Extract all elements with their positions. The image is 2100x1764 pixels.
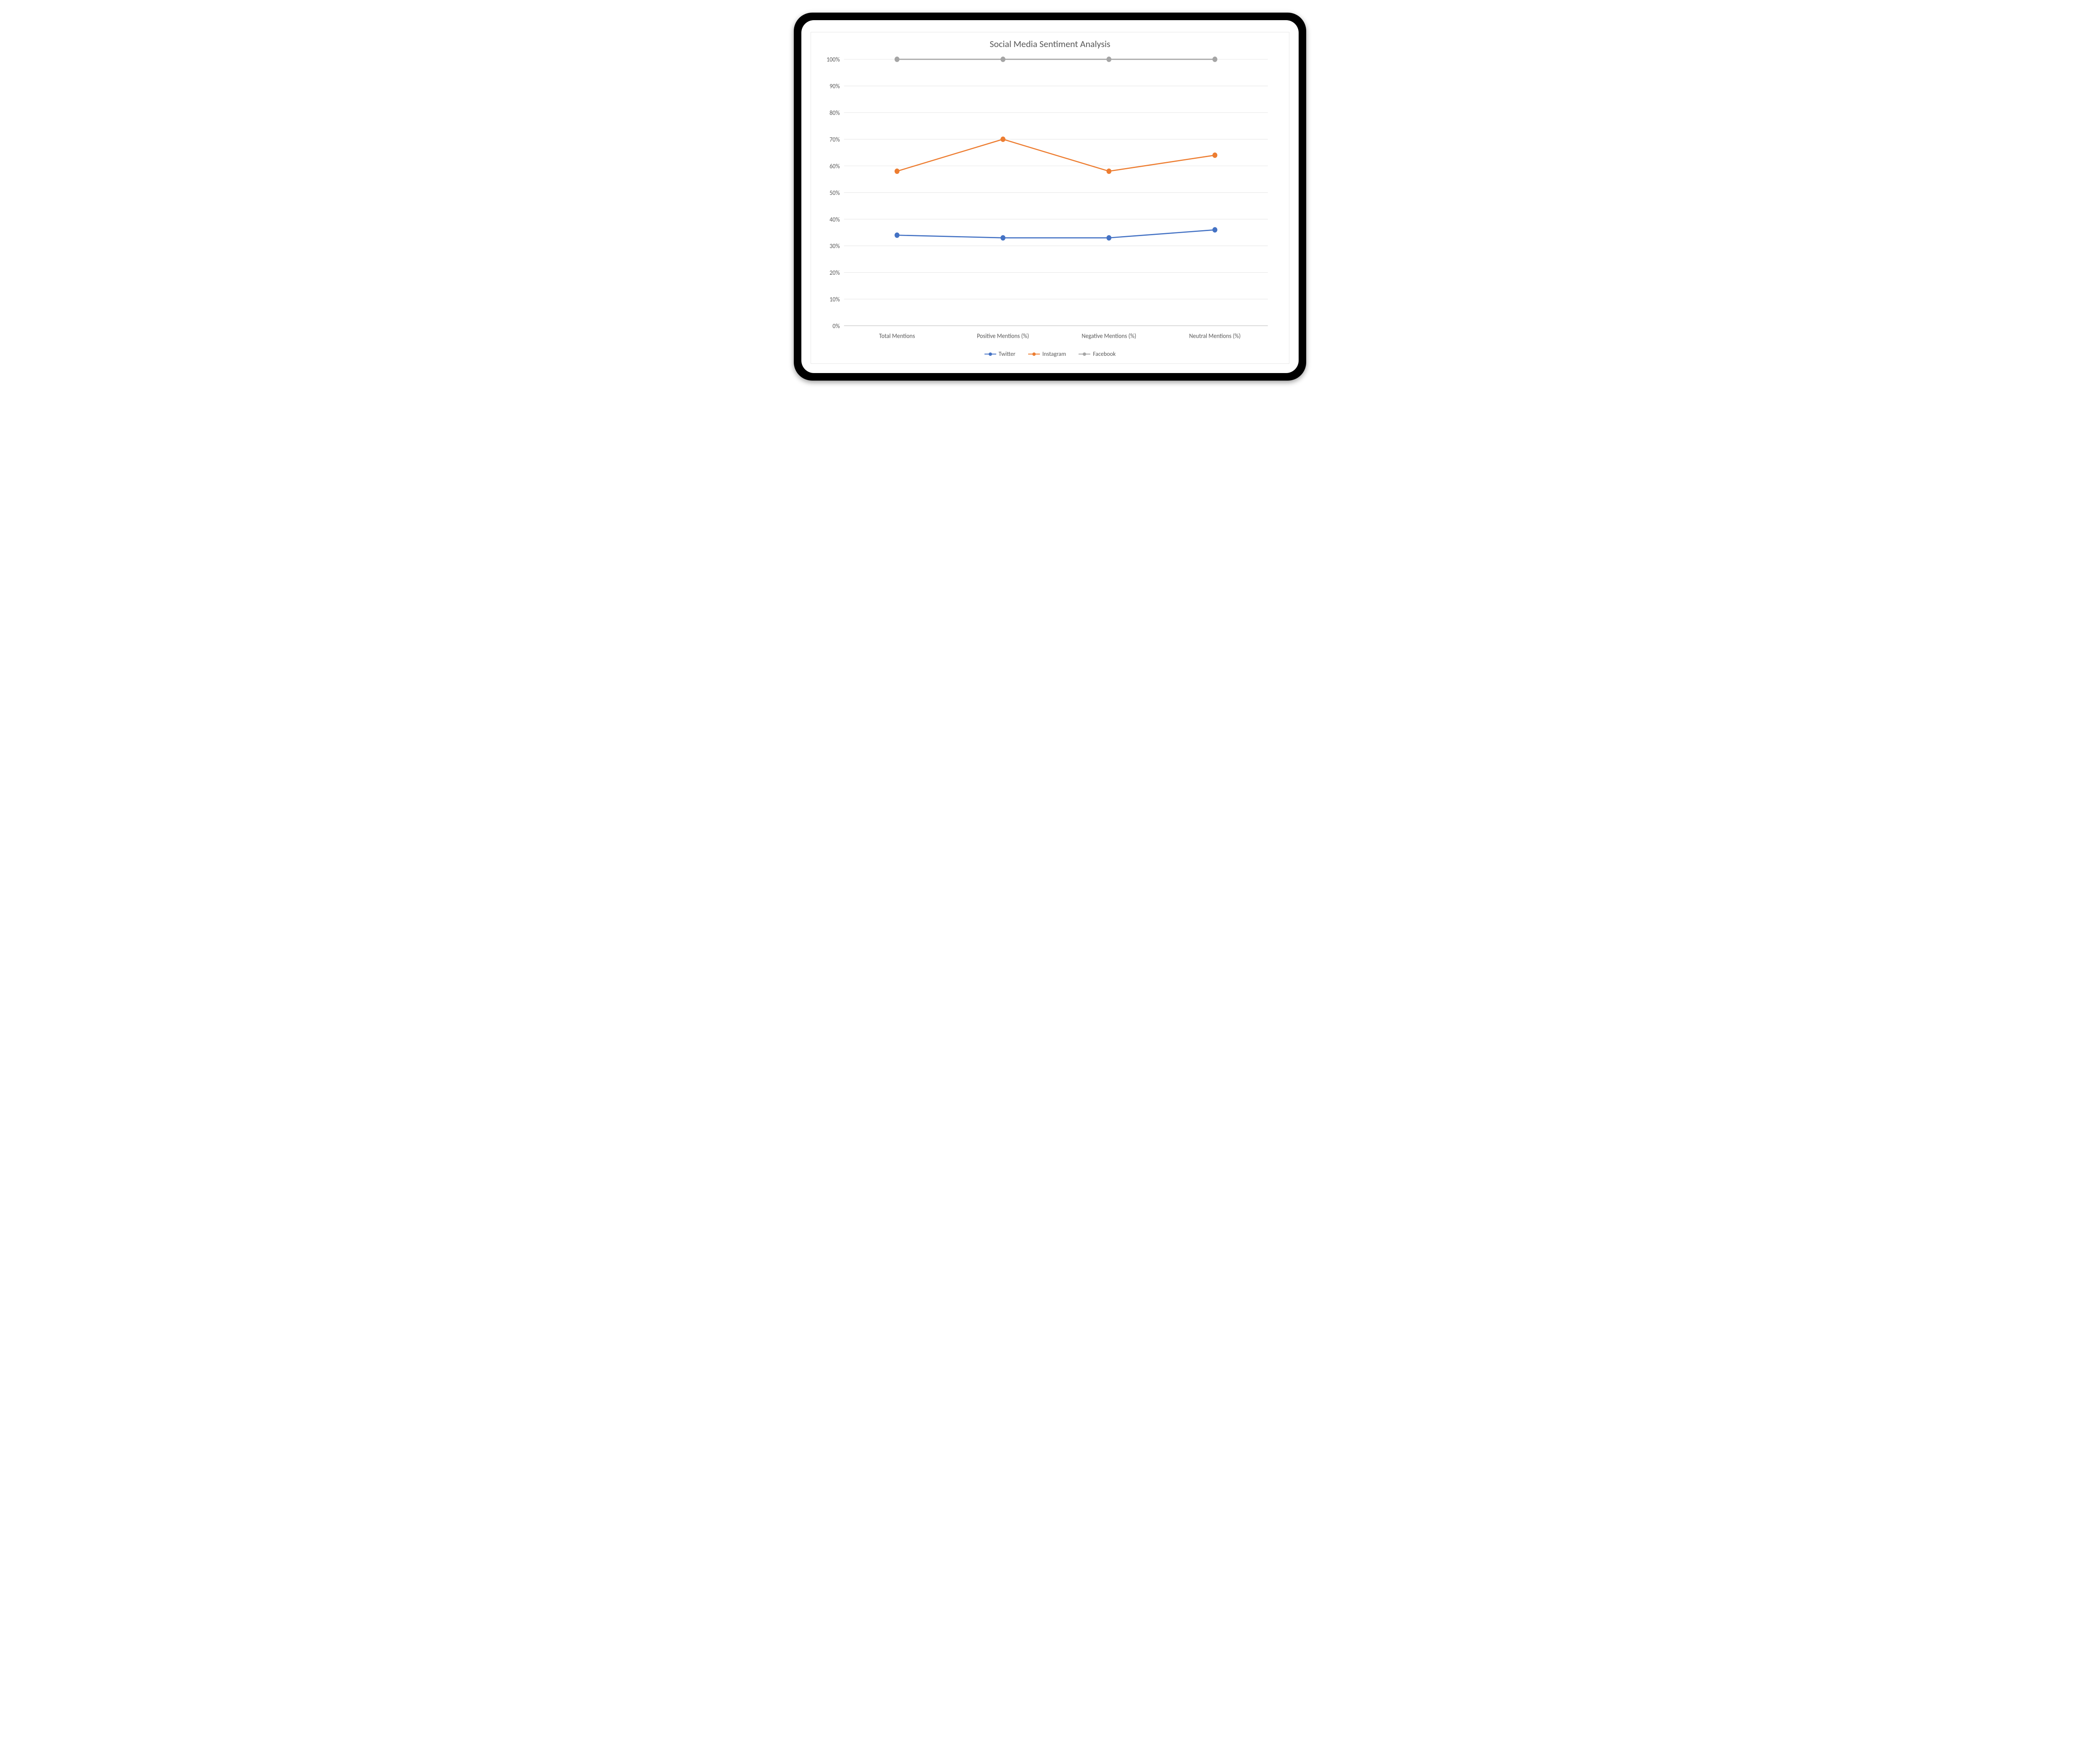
series-marker-instagram [1107,169,1111,173]
legend-label: Instagram [1042,350,1066,358]
series-marker-twitter [895,233,899,237]
series-marker-twitter [1107,236,1111,240]
legend-swatch-icon [984,351,996,357]
y-tick-label: 50% [830,189,840,197]
tablet-screen: Social Media Sentiment Analysis 0% 10% 20%… [801,20,1299,373]
y-tick-label: 0% [832,322,840,330]
chart-card: Social Media Sentiment Analysis 0% 10% 20%… [811,32,1289,364]
series-marker-twitter [1001,236,1005,240]
y-tick-label: 100% [827,55,840,63]
legend-item-instagram[interactable]: Instagram [1028,350,1066,358]
chart-svg: 0% 10% 20% 30% 40% 50% 60% 70% 80% 90% 100% Total … [814,55,1281,344]
y-tick-label: 40% [830,216,840,223]
chart-legend: Twitter Instagram Facebook [811,346,1289,363]
x-axis-categories: Total Mentions Positive Mentions (%) Negat… [879,332,1241,340]
legend-swatch-icon [1028,351,1040,357]
series-marker-twitter [1213,228,1217,232]
data-series [895,57,1217,240]
series-marker-facebook [895,57,899,61]
series-line-twitter [897,230,1215,238]
legend-label: Twitter [999,350,1016,358]
y-tick-label: 70% [830,135,840,143]
y-tick-label: 20% [830,269,840,277]
legend-label: Facebook [1093,350,1116,358]
y-tick-label: 90% [830,82,840,90]
series-marker-instagram [895,169,899,173]
y-tick-label: 10% [830,295,840,303]
legend-item-facebook[interactable]: Facebook [1079,350,1116,358]
y-tick-label: 60% [830,162,840,170]
chart-title: Social Media Sentiment Analysis [811,32,1289,53]
series-marker-facebook [1213,57,1217,61]
plot-area: 0% 10% 20% 30% 40% 50% 60% 70% 80% 90% 100% Total … [811,53,1289,346]
tablet-frame: Social Media Sentiment Analysis 0% 10% 20%… [794,13,1306,381]
series-marker-instagram [1001,137,1005,141]
x-category-label: Total Mentions [879,332,915,340]
legend-swatch-icon [1079,351,1090,357]
series-marker-instagram [1213,153,1217,157]
y-tick-label: 80% [830,109,840,117]
x-category-label: Negative Mentions (%) [1082,332,1136,340]
legend-item-twitter[interactable]: Twitter [984,350,1016,358]
series-marker-facebook [1001,57,1005,61]
y-tick-label: 30% [830,242,840,250]
series-marker-facebook [1107,57,1111,61]
x-category-label: Positive Mentions (%) [977,332,1029,340]
x-category-label: Neutral Mentions (%) [1189,332,1241,340]
gridlines [844,59,1268,326]
y-axis-ticks: 0% 10% 20% 30% 40% 50% 60% 70% 80% 90% 100% [827,55,840,330]
series-line-instagram [897,139,1215,171]
